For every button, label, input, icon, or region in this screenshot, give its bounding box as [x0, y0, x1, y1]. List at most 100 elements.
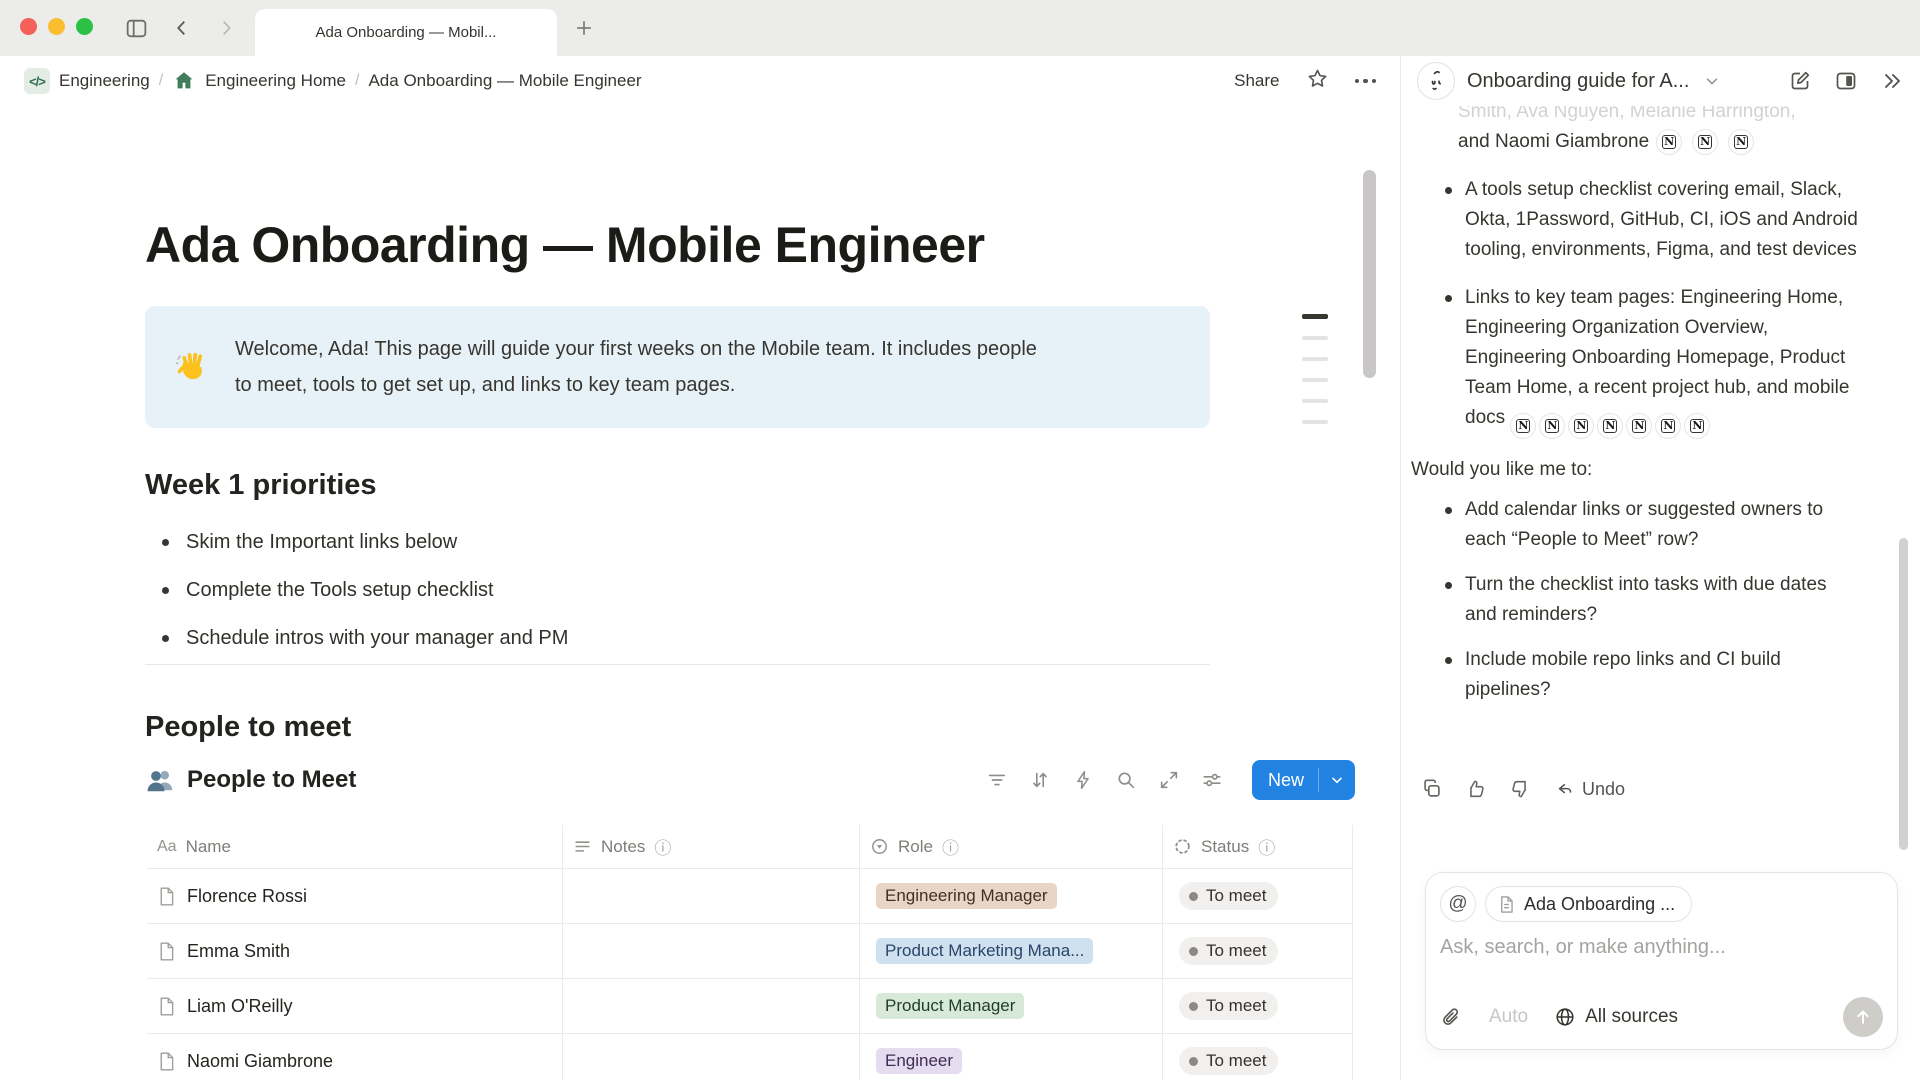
table-row[interactable]: Naomi Giambrone Engineer To meet [147, 1034, 1353, 1080]
open-in-side-panel-icon[interactable] [1834, 69, 1858, 93]
notes-cell[interactable] [563, 869, 860, 923]
role-tag[interactable]: Engineer [876, 1048, 962, 1074]
notion-page-badge-icon[interactable]: N [1684, 413, 1710, 439]
ai-composer[interactable]: @ Ada Onboarding ... Auto All sources [1425, 872, 1898, 1050]
table-row[interactable]: Florence Rossi Engineering Manager To me… [147, 869, 1353, 924]
notion-page-badge-icon[interactable]: N [1728, 129, 1754, 155]
new-chat-compose-icon[interactable] [1788, 69, 1812, 93]
send-button[interactable] [1843, 997, 1883, 1037]
toc-indicator-active[interactable] [1302, 314, 1328, 319]
database-title[interactable]: People to Meet [187, 766, 356, 794]
attach-paperclip-icon[interactable] [1440, 1006, 1463, 1029]
notion-page-badge-icon[interactable]: N [1597, 413, 1623, 439]
column-header-role[interactable]: Role ⓘ [860, 825, 1163, 868]
person-name[interactable]: Naomi Giambrone [187, 1051, 333, 1072]
toc-indicator[interactable] [1302, 420, 1328, 424]
notes-cell[interactable] [563, 924, 860, 978]
role-tag[interactable]: Product Marketing Mana... [876, 938, 1093, 964]
notion-page-badge-icon[interactable]: N [1626, 413, 1652, 439]
share-button[interactable]: Share [1234, 71, 1279, 91]
list-item[interactable]: Skim the Important links below [150, 518, 568, 566]
more-options-icon[interactable] [1355, 79, 1377, 84]
status-cell[interactable]: To meet [1163, 924, 1353, 978]
role-cell[interactable]: Product Manager [860, 979, 1163, 1033]
notion-page-badge-icon[interactable]: N [1656, 129, 1682, 155]
role-cell[interactable]: Product Marketing Mana... [860, 924, 1163, 978]
new-button-dropdown-icon[interactable] [1319, 772, 1355, 788]
status-tag[interactable]: To meet [1179, 882, 1278, 910]
status-cell[interactable]: To meet [1163, 979, 1353, 1033]
collapse-sidebar-icon[interactable] [1880, 69, 1904, 93]
notes-cell[interactable] [563, 979, 860, 1033]
ai-suggestion-item[interactable]: Add calendar links or suggested owners t… [1411, 495, 1862, 555]
ai-suggestion-item[interactable]: Include mobile repo links and CI build p… [1411, 645, 1862, 705]
column-header-status[interactable]: Status ⓘ [1163, 825, 1353, 868]
thumbs-down-icon[interactable] [1509, 778, 1531, 800]
info-icon[interactable]: ⓘ [654, 834, 671, 859]
info-icon[interactable]: ⓘ [942, 834, 959, 859]
table-row[interactable]: Liam O'Reilly Product Manager To meet [147, 979, 1353, 1034]
column-header-notes[interactable]: Notes ⓘ [563, 825, 860, 868]
notion-page-badge-icon[interactable]: N [1655, 413, 1681, 439]
column-header-name[interactable]: Aa Name [147, 825, 563, 868]
undo-button[interactable]: Undo [1553, 779, 1625, 800]
role-tag[interactable]: Engineering Manager [876, 883, 1057, 909]
back-button[interactable] [168, 14, 196, 42]
active-tab[interactable]: Ada Onboarding — Mobil... [255, 9, 557, 56]
auto-mode-button[interactable]: Auto [1489, 1006, 1528, 1028]
sort-icon[interactable] [1029, 769, 1052, 792]
toggle-sidebar-icon[interactable] [122, 14, 150, 42]
chevron-down-icon[interactable] [1703, 72, 1721, 90]
close-window-button[interactable] [20, 18, 37, 35]
notion-page-badge-icon[interactable]: N [1692, 129, 1718, 155]
breadcrumb-teamspace[interactable]: Engineering [59, 71, 150, 91]
role-cell[interactable]: Engineer [860, 1034, 1163, 1080]
automations-lightning-icon[interactable] [1072, 769, 1095, 792]
toc-indicator[interactable] [1302, 336, 1328, 340]
filter-icon[interactable] [986, 769, 1009, 792]
toc-indicator[interactable] [1302, 357, 1328, 361]
status-tag[interactable]: To meet [1179, 992, 1278, 1020]
toc-indicator[interactable] [1302, 378, 1328, 382]
search-icon[interactable] [1115, 769, 1138, 792]
role-tag[interactable]: Product Manager [876, 993, 1024, 1019]
info-icon[interactable]: ⓘ [1258, 834, 1275, 859]
all-sources-button[interactable]: All sources [1554, 1006, 1678, 1028]
notes-cell[interactable] [563, 1034, 860, 1080]
notion-page-badge-icon[interactable]: N [1510, 413, 1536, 439]
status-cell[interactable]: To meet [1163, 1034, 1353, 1080]
new-tab-icon[interactable] [570, 14, 598, 42]
status-cell[interactable]: To meet [1163, 869, 1353, 923]
table-row[interactable]: Emma Smith Product Marketing Mana... To … [147, 924, 1353, 979]
new-record-button[interactable]: New [1252, 760, 1355, 800]
breadcrumb-home[interactable]: Engineering Home [205, 71, 346, 91]
person-name[interactable]: Liam O'Reilly [187, 996, 292, 1017]
zoom-window-button[interactable] [76, 18, 93, 35]
role-cell[interactable]: Engineering Manager [860, 869, 1163, 923]
main-scrollbar[interactable] [1363, 170, 1376, 378]
list-item[interactable]: Schedule intros with your manager and PM [150, 614, 568, 662]
status-tag[interactable]: To meet [1179, 937, 1278, 965]
ai-prompt-input[interactable] [1440, 936, 1883, 959]
status-tag[interactable]: To meet [1179, 1047, 1278, 1075]
breadcrumb-current-page[interactable]: Ada Onboarding — Mobile Engineer [368, 71, 641, 91]
ai-suggestion-item[interactable]: Turn the checklist into tasks with due d… [1411, 570, 1862, 630]
copy-icon[interactable] [1421, 778, 1443, 800]
mention-button[interactable]: @ [1440, 886, 1476, 922]
context-page-chip[interactable]: Ada Onboarding ... [1485, 886, 1692, 922]
person-name[interactable]: Emma Smith [187, 941, 290, 962]
forward-button[interactable] [212, 14, 240, 42]
view-settings-icon[interactable] [1201, 769, 1224, 792]
minimize-window-button[interactable] [48, 18, 65, 35]
notion-page-badge-icon[interactable]: N [1539, 413, 1565, 439]
welcome-callout[interactable]: Welcome, Ada! This page will guide your … [145, 306, 1210, 428]
list-item[interactable]: Complete the Tools setup checklist [150, 566, 568, 614]
person-name[interactable]: Florence Rossi [187, 886, 307, 907]
toc-indicator[interactable] [1302, 399, 1328, 403]
notion-page-badge-icon[interactable]: N [1568, 413, 1594, 439]
expand-icon[interactable] [1158, 769, 1181, 792]
ai-thread-title[interactable]: Onboarding guide for A... [1467, 70, 1689, 93]
thumbs-up-icon[interactable] [1465, 778, 1487, 800]
favorite-star-icon[interactable] [1306, 67, 1329, 95]
sidebar-scrollbar[interactable] [1899, 538, 1908, 850]
